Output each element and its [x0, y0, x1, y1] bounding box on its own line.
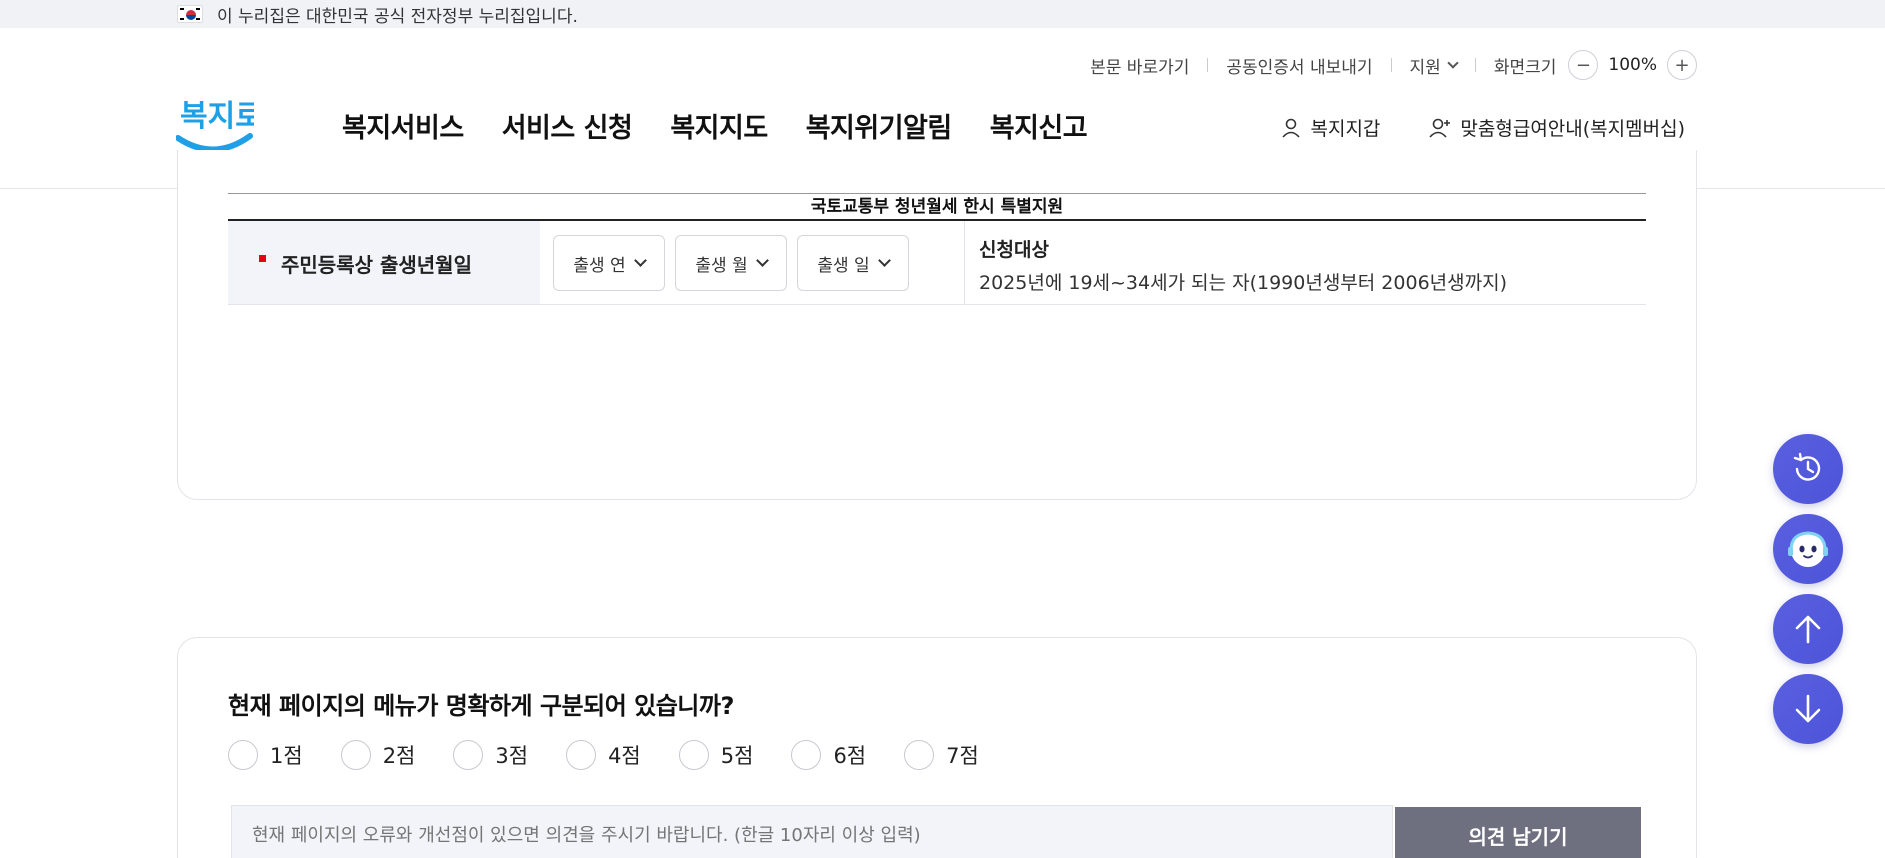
screen-size-label: 화면크기 — [1493, 57, 1557, 78]
birth-day-label: 출생 일 — [817, 255, 870, 276]
target-description: 2025년에 19세~34세가 되는 자(1990년생부터 2006년생까지) — [979, 272, 1507, 294]
membership-label: 맞춤형급여안내(복지멤버십) — [1460, 118, 1685, 140]
score-label: 7점 — [946, 744, 979, 768]
nav-welfare-map[interactable]: 복지지도 — [670, 106, 768, 145]
scroll-bottom-button[interactable] — [1773, 674, 1843, 744]
opinion-input[interactable] — [231, 805, 1393, 858]
nav-crisis-alert[interactable]: 복지위기알림 — [806, 106, 953, 145]
score-label: 5점 — [720, 744, 754, 768]
radio-button[interactable] — [228, 740, 258, 770]
chevron-down-icon — [755, 254, 769, 267]
target-title: 신청대상 — [979, 239, 1049, 261]
target-info: 신청대상 2025년에 19세~34세가 되는 자(1990년생부터 2006년… — [979, 235, 1507, 295]
chevron-down-icon — [1447, 57, 1459, 69]
radio-button[interactable] — [791, 740, 822, 770]
header-user-links: 복지지갑 맞춤형급여안내(복지멤버십) — [1280, 114, 1685, 141]
birth-month-label: 출생 월 — [695, 255, 748, 276]
zoom-out-button[interactable]: − — [1568, 50, 1599, 80]
birth-year-label: 출생 연 — [573, 255, 626, 276]
utility-bar: 본문 바로가기 공동인증서 내보내기 지원 화면크기 − 100% + — [1090, 50, 1697, 80]
nav-welfare-services[interactable]: 복지서비스 — [342, 106, 464, 145]
cert-export-link[interactable]: 공동인증서 내보내기 — [1226, 53, 1372, 78]
birthdate-label: 주민등록상 출생년월일 — [281, 253, 472, 277]
radio-button[interactable] — [678, 740, 709, 770]
nav-service-apply[interactable]: 서비스 신청 — [502, 106, 633, 145]
chatbot-icon — [1788, 531, 1828, 567]
welfare-wallet-link[interactable]: 복지지갑 — [1280, 114, 1380, 141]
korea-flag-icon — [177, 5, 203, 23]
score-option-5[interactable]: 5점 — [678, 740, 754, 770]
birthdate-selects: 출생 연 출생 월 출생 일 — [553, 235, 909, 291]
zoom-level: 100% — [1608, 55, 1657, 75]
svg-text:복지로: 복지로 — [180, 99, 254, 134]
divider — [964, 221, 965, 304]
user-icon — [1282, 118, 1301, 138]
divider — [1207, 58, 1209, 72]
radio-button[interactable] — [904, 740, 935, 770]
chatbot-button[interactable] — [1773, 514, 1843, 584]
birth-month-select[interactable]: 출생 월 — [675, 235, 787, 291]
support-label: 지원 — [1409, 57, 1441, 78]
table-title: 국토교통부 청년월세 한시 특별지원 — [228, 193, 1646, 221]
scroll-top-button[interactable] — [1773, 594, 1843, 664]
divider — [1390, 58, 1392, 72]
score-option-3[interactable]: 3점 — [453, 740, 528, 770]
score-option-1[interactable]: 1점 — [228, 740, 303, 770]
required-mark — [259, 255, 266, 262]
score-option-6[interactable]: 6점 — [791, 740, 866, 770]
history-icon — [1793, 452, 1821, 481]
user-add-icon — [1429, 118, 1451, 138]
birth-day-select[interactable]: 출생 일 — [797, 235, 909, 291]
birthdate-row: 주민등록상 출생년월일 출생 연 출생 월 출생 일 신청대상 2025년에 1… — [228, 221, 1646, 305]
score-label: 2점 — [382, 744, 416, 768]
gov-banner-text: 이 누리집은 대한민국 공식 전자정부 누리집입니다. — [217, 6, 578, 27]
gov-banner: 이 누리집은 대한민국 공식 전자정부 누리집입니다. — [0, 0, 1885, 28]
arrow-up-icon — [1795, 615, 1821, 644]
birthdate-label-cell: 주민등록상 출생년월일 — [228, 221, 540, 304]
score-label: 1점 — [270, 744, 303, 768]
main-nav: 복지서비스 서비스 신청 복지지도 복지위기알림 복지신고 — [342, 106, 1088, 145]
divider — [1474, 58, 1476, 72]
welfare-wallet-label: 복지지갑 — [1310, 118, 1381, 140]
score-label: 3점 — [495, 744, 529, 768]
radio-button[interactable] — [340, 740, 371, 770]
radio-button[interactable] — [566, 740, 597, 770]
arrow-down-icon — [1795, 694, 1821, 723]
zoom-in-button[interactable]: + — [1667, 50, 1697, 80]
score-label: 6점 — [833, 744, 867, 768]
radio-button[interactable] — [453, 740, 484, 770]
membership-link[interactable]: 맞춤형급여안내(복지멤버십) — [1428, 114, 1685, 141]
skip-to-content-link[interactable]: 본문 바로가기 — [1090, 53, 1189, 78]
score-option-7[interactable]: 7점 — [904, 740, 979, 770]
score-option-4[interactable]: 4점 — [566, 740, 641, 770]
survey-question: 현재 페이지의 메뉴가 명확하게 구분되어 있습니까? — [228, 692, 734, 720]
support-menu[interactable]: 지원 — [1409, 53, 1459, 78]
recent-history-button[interactable] — [1773, 434, 1843, 504]
score-option-2[interactable]: 2점 — [340, 740, 416, 770]
score-options: 1점 2점 3점 4점 5점 6점 7점 — [228, 740, 979, 770]
submit-opinion-button[interactable]: 의견 남기기 — [1395, 807, 1641, 858]
chevron-down-icon — [633, 254, 647, 267]
birth-year-select[interactable]: 출생 연 — [553, 235, 665, 291]
nav-welfare-report[interactable]: 복지신고 — [990, 106, 1088, 145]
score-label: 4점 — [608, 744, 641, 768]
chevron-down-icon — [877, 254, 891, 267]
